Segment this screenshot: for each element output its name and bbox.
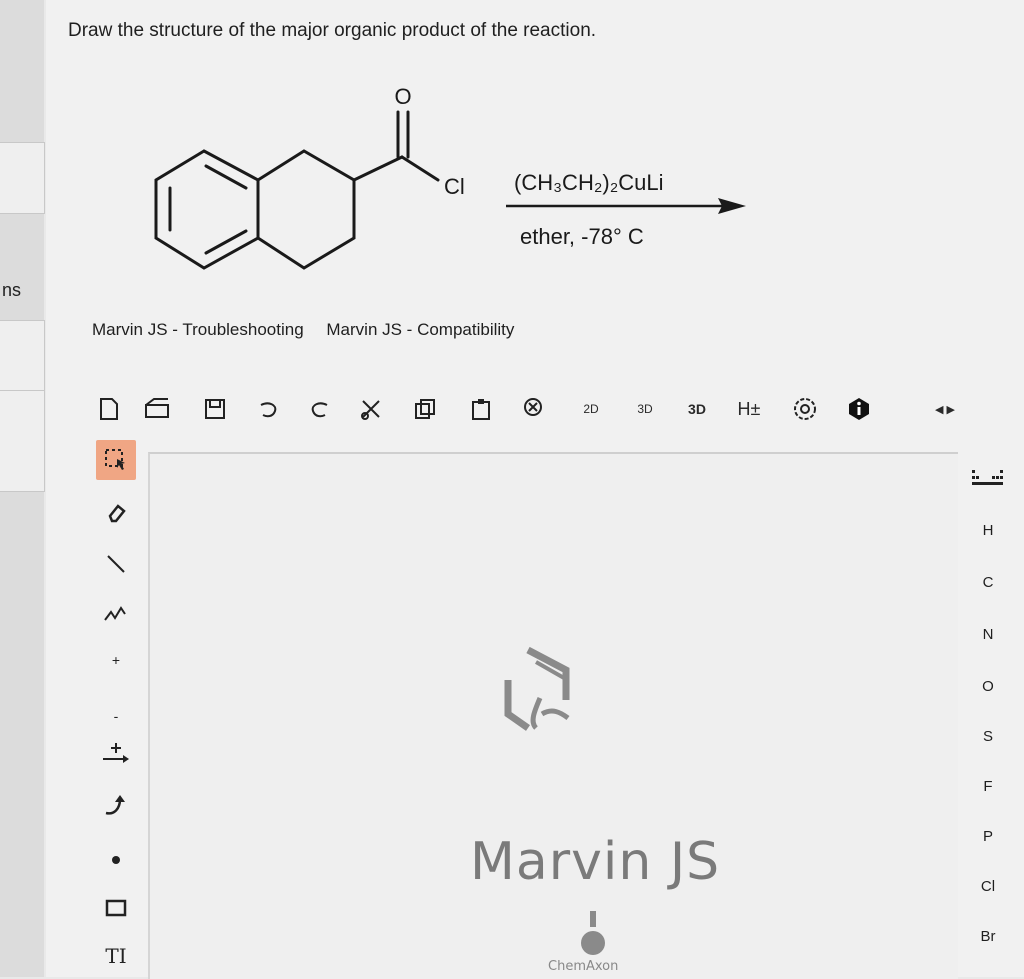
increase-charge-button[interactable]: + [96,640,136,680]
reaction-arrow-tool-icon[interactable] [96,736,136,776]
help-links: Marvin JS - Troubleshooting Marvin JS - … [92,320,532,340]
conditions-label: ether, -78° C [520,224,644,249]
marvin-js-logo-text: Marvin JS [470,832,721,892]
new-document-icon[interactable] [94,394,124,424]
settings-gear-icon[interactable] [790,394,820,424]
reagent-label: (CH₃CH₂)₂CuLi [514,170,664,195]
rectangle-shape-icon[interactable] [96,888,136,928]
side-tab[interactable] [0,142,45,214]
question-text: Draw the structure of the major organic … [68,20,597,41]
atom-button-o[interactable]: O [960,678,1016,695]
chlorine-label: Cl [444,174,465,199]
compatibility-link[interactable]: Marvin JS - Compatibility [326,320,514,339]
rectangle-select-icon[interactable] [96,440,136,480]
atom-button-c[interactable]: C [960,574,1016,591]
paste-icon[interactable] [466,394,496,424]
eraser-icon[interactable] [96,494,136,534]
atom-button-cl[interactable]: Cl [960,878,1016,895]
zoom-icon[interactable] [520,394,550,424]
chemaxon-flask-icon [581,911,605,955]
cut-icon[interactable] [356,394,386,424]
3d-view-button[interactable]: 3D [682,394,712,424]
hydrogens-button[interactable]: H± [734,394,764,424]
marvin-logo-icon [504,646,570,731]
redo-icon[interactable] [304,394,334,424]
side-tab[interactable] [0,320,45,392]
cyclohexane-ring [256,149,356,270]
periodic-table-icon[interactable] [960,468,1016,492]
atom-button-f[interactable]: F [960,778,1016,795]
open-icon[interactable] [144,394,174,424]
chain-tool-icon[interactable] [96,592,136,632]
side-label: ns [2,280,22,300]
troubleshooting-link[interactable]: Marvin JS - Troubleshooting [92,320,304,339]
reaction-arrow-icon [718,198,746,214]
left-side-panel: ns [0,0,45,977]
clean-2d-button[interactable]: 2D [576,394,606,424]
marvin-editor: 2D 3D 3D H± ◀ ▶ + - TI Marvin JS ChemAxo… [82,380,1024,979]
atom-button-s[interactable]: S [960,728,1016,745]
reaction-scheme: O Cl (CH₃CH₂)₂CuLi ether, -78° C [154,84,746,270]
side-tab[interactable] [0,390,45,492]
drawing-canvas[interactable]: Marvin JS ChemAxon [148,452,958,979]
copy-icon[interactable] [410,394,440,424]
atom-button-h[interactable]: H [960,522,1016,539]
top-toolbar: 2D 3D 3D H± ◀ ▶ [82,380,1024,438]
atom-toolbar: H C N O S F P Cl Br [960,440,1024,977]
undo-icon[interactable] [254,394,284,424]
info-icon[interactable] [844,394,874,424]
radical-icon[interactable] [96,840,136,880]
chemaxon-brand-text: ChemAxon [548,959,619,974]
clean-3d-button[interactable]: 3D [630,394,660,424]
save-icon[interactable] [200,394,230,424]
decrease-charge-button[interactable]: - [96,696,136,736]
atom-button-p[interactable]: P [960,828,1016,845]
single-bond-icon[interactable] [96,544,136,584]
electron-flow-icon[interactable] [96,786,136,826]
carbonyl-oxygen: O [394,84,411,109]
left-toolbar: + - TI [88,440,144,977]
atom-button-br[interactable]: Br [960,928,1016,945]
atom-button-n[interactable]: N [960,626,1016,643]
toolbar-scroll-icon[interactable]: ◀ ▶ [930,394,960,424]
text-tool-button[interactable]: TI [96,936,136,976]
